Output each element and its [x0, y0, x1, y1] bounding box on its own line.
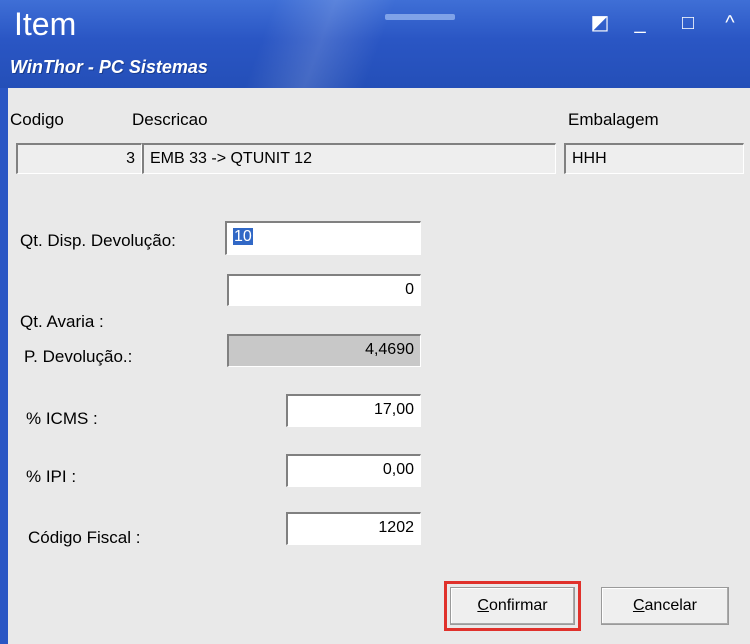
descricao-field: EMB 33 -> QTUNIT 12 — [142, 143, 556, 174]
confirmar-mnemonic: C — [477, 597, 489, 614]
item-dialog: Item WinThor - PC Sistemas ◩ _ □ ^ Codig… — [0, 0, 750, 644]
qt-disp-devolucao-value: 10 — [233, 228, 253, 245]
window-border — [0, 88, 8, 644]
qt-avaria-input[interactable]: 0 — [227, 274, 421, 306]
icms-label: % ICMS : — [26, 409, 98, 428]
cancelar-label: ancelar — [644, 597, 698, 614]
p-devolucao-field: 4,4690 — [227, 334, 421, 367]
embalagem-label: Embalagem — [568, 110, 659, 129]
qt-avaria-label: Qt. Avaria : — [20, 312, 104, 331]
window-title: Item — [14, 6, 77, 42]
restore-icon[interactable]: ◩ — [588, 12, 612, 34]
codigo-fiscal-input[interactable]: 1202 — [286, 512, 421, 545]
confirmar-button[interactable]: Confirmar — [450, 587, 575, 625]
codigo-label: Codigo — [10, 110, 64, 129]
qt-disp-devolucao-input[interactable]: 10 — [225, 221, 421, 255]
cancelar-button[interactable]: Cancelar — [601, 587, 729, 625]
confirmar-label: onfirmar — [488, 597, 548, 614]
ipi-input[interactable]: 0,00 — [286, 454, 421, 487]
maximize-icon[interactable]: □ — [676, 12, 700, 34]
descricao-label: Descricao — [132, 110, 208, 129]
p-devolucao-label: P. Devolução.: — [24, 347, 133, 366]
ipi-label: % IPI : — [26, 467, 77, 486]
title-bar-grip — [385, 14, 455, 20]
embalagem-field: HHH — [564, 143, 744, 174]
codigo-fiscal-label: Código Fiscal : — [28, 528, 141, 547]
cancelar-mnemonic: C — [632, 597, 645, 614]
qt-disp-devolucao-label: Qt. Disp. Devolução: — [20, 231, 176, 250]
title-bar[interactable]: Item WinThor - PC Sistemas ◩ _ □ ^ — [0, 0, 750, 88]
collapse-icon[interactable]: ^ — [718, 12, 742, 34]
dialog-body: Codigo Descricao Embalagem 3 EMB 33 -> Q… — [8, 88, 750, 644]
codigo-field: 3 — [16, 143, 142, 174]
minimize-icon[interactable]: _ — [628, 12, 652, 34]
title-bar-decoration — [243, 0, 397, 88]
icms-input[interactable]: 17,00 — [286, 394, 421, 427]
window-subtitle: WinThor - PC Sistemas — [10, 57, 208, 77]
